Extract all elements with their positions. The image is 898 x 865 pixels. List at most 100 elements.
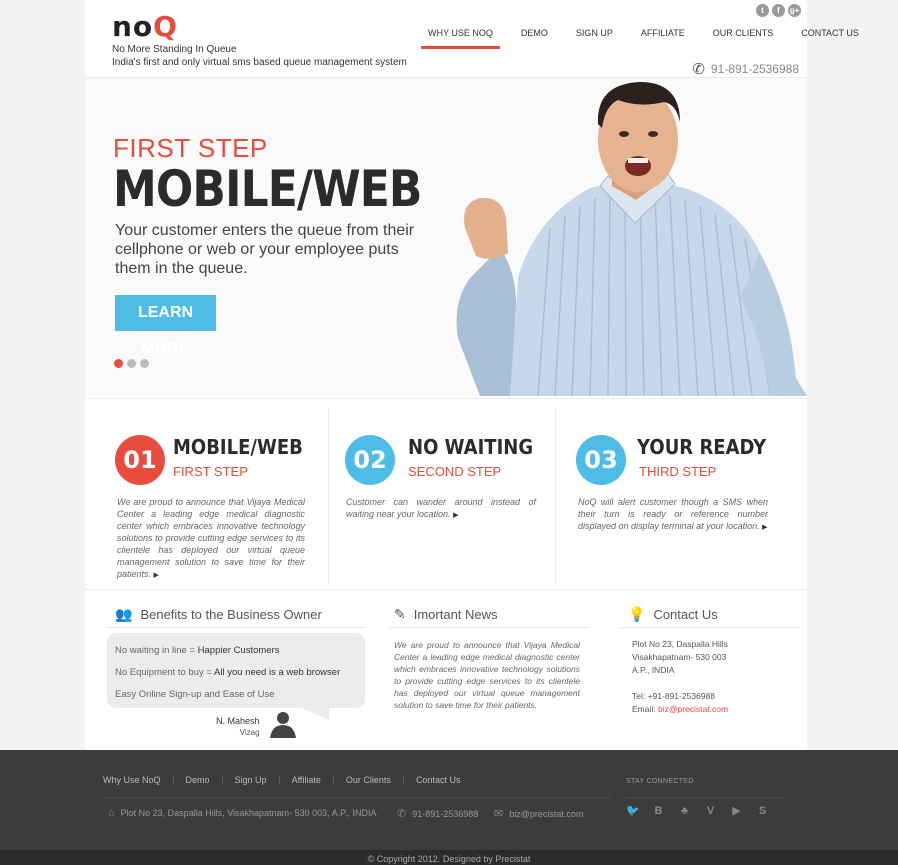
tagline-line-1: No More Standing In Queue: [112, 44, 237, 55]
footer-address-text: Plot No 23, Daspalla Hills, Visakhapatna…: [120, 808, 377, 818]
contact-details: Plot No 23, Daspalla Hills Visakhapatnam…: [632, 638, 728, 716]
hero-slider: FIRST STEP MOBILE/WEB Your customer ente…: [85, 78, 807, 396]
step-1-number: 01: [115, 435, 165, 485]
benefit-value: Happier Customers: [197, 645, 280, 656]
testimonial-author: N. Mahesh Vizag: [216, 716, 260, 738]
news-title: Imortant News: [413, 607, 498, 622]
nav-item-why-use-noq[interactable]: WHY USE NOQ: [421, 28, 500, 49]
google-plus-icon[interactable]: g+: [788, 4, 801, 17]
twitter-icon[interactable]: 🐦: [626, 805, 640, 818]
benefits-divider: [107, 627, 365, 628]
header-phone-number: 91-891-2536988: [710, 62, 799, 76]
phone-icon: ✆: [692, 61, 705, 78]
step-1: 01 MOBILE/WEB FIRST STEP We are proud to…: [115, 399, 305, 589]
blogger-icon[interactable]: B: [652, 805, 665, 818]
hero-man-image: [456, 82, 807, 396]
arrow-right-icon[interactable]: ▶: [762, 524, 767, 531]
step-3-description-text: NoQ will alert customer though a SMS whe…: [578, 497, 768, 531]
nav-item-our-clients[interactable]: OUR CLIENTS: [706, 28, 781, 49]
contact-spacer: [632, 677, 728, 690]
phone-icon: ✆: [397, 808, 407, 820]
slider-dot-3[interactable]: [140, 359, 149, 368]
skype-icon[interactable]: S: [756, 805, 769, 818]
footer-nav: Why Use NoQ Demo Sign Up Affiliate Our C…: [103, 775, 472, 785]
youtube-icon[interactable]: ▶: [730, 805, 743, 818]
hero-title: MOBILE/WEB: [113, 160, 422, 218]
contact-address-2: Visakhapatnam- 530 003: [632, 652, 727, 662]
nav-item-contact-us[interactable]: CONTACT US: [794, 28, 866, 49]
footer-social-links: 🐦 B ♣ V ▶ S: [626, 805, 769, 818]
learn-more-button[interactable]: LEARN MORE: [115, 295, 216, 357]
benefits-title: Benefits to the Business Owner: [140, 607, 322, 622]
arrow-right-icon[interactable]: ▶: [154, 572, 159, 579]
footer-phone: ✆ 91-891-2536988: [397, 807, 478, 820]
header-phone: ✆ 91-891-2536988: [692, 60, 799, 78]
step-1-description: We are proud to announce that Vijaya Med…: [117, 496, 305, 582]
stay-connected-label: STAY CONNECTED: [626, 778, 694, 785]
nav-item-demo[interactable]: DEMO: [514, 28, 555, 49]
tagline-line-2: India's first and only virtual sms based…: [112, 57, 407, 68]
nav-item-sign-up[interactable]: SIGN UP: [569, 28, 620, 49]
step-3: 03 YOUR READY THIRD STEP NoQ will alert …: [576, 399, 776, 589]
author-location: Vizag: [239, 728, 260, 737]
step-3-subtitle: THIRD STEP: [639, 464, 717, 479]
news-divider: [390, 627, 590, 628]
benefit-line: No Equipment to buy = All you need is a …: [115, 662, 357, 684]
main-nav: WHY USE NOQ DEMO SIGN UP AFFILIATE OUR C…: [421, 28, 866, 49]
benefit-line: No waiting in line = Happier Customers: [115, 640, 357, 662]
contact-title: Contact Us: [653, 607, 718, 622]
footer-phone-text: 91-891-2536988: [412, 808, 479, 819]
footer-link-contact-us[interactable]: Contact Us: [402, 775, 473, 785]
news-heading: ✎ Imortant News: [394, 606, 498, 623]
benefits-heading: 👥 Benefits to the Business Owner: [115, 606, 322, 623]
slider-dot-1[interactable]: [114, 359, 123, 368]
tagline: No More Standing In Queue India's first …: [112, 43, 407, 69]
arrow-right-icon[interactable]: ▶: [453, 512, 458, 519]
footer-link-sign-up[interactable]: Sign Up: [221, 775, 279, 785]
testimonial-bubble: No waiting in line = Happier Customers N…: [107, 633, 365, 708]
twitter-icon[interactable]: t: [756, 4, 769, 17]
contact-address-1: Plot No 23, Daspalla Hills: [632, 639, 728, 649]
community-icon[interactable]: ♣: [678, 805, 691, 818]
footer: Why Use NoQ Demo Sign Up Affiliate Our C…: [0, 750, 898, 850]
footer-link-demo[interactable]: Demo: [172, 775, 222, 785]
facebook-icon[interactable]: f: [772, 4, 785, 17]
avatar-icon: [270, 712, 296, 738]
logo[interactable]: noQ: [112, 13, 178, 41]
footer-email-link[interactable]: biz@precistat.com: [509, 809, 583, 819]
vimeo-icon[interactable]: V: [704, 805, 717, 818]
step-1-title: MOBILE/WEB: [173, 435, 303, 459]
contact-tel: Tel: +91-891-2536988: [632, 691, 715, 701]
step-2-subtitle: SECOND STEP: [408, 464, 502, 479]
step-2-description-text: Customer can wander around instead of wa…: [346, 497, 536, 519]
benefit-label: Easy Online Sign-up and Ease of Use: [115, 689, 275, 700]
step-2-description: Customer can wander around instead of wa…: [346, 496, 536, 522]
slider-dot-2[interactable]: [127, 359, 136, 368]
contact-divider: [620, 627, 800, 628]
stay-connected-divider: [626, 797, 784, 798]
footer-address: ⌂ Plot No 23, Daspalla Hills, Visakhapat…: [108, 807, 376, 819]
copyright-text: © Copyright 2012. Designed by Precistat: [367, 854, 531, 864]
step-2: 02 NO WAITING SECOND STEP Customer can w…: [345, 399, 545, 589]
news-text: We are proud to announce that Vijaya Med…: [394, 640, 580, 710]
contact-heading: 💡 Contact Us: [628, 606, 718, 623]
contact-email-link[interactable]: biz@precistat.com: [658, 704, 728, 714]
step-3-number: 03: [576, 435, 626, 485]
contact-email-row: Email: biz@precistat.com: [632, 703, 728, 716]
info-section: 👥 Benefits to the Business Owner No wait…: [85, 592, 807, 747]
step-2-number: 02: [345, 435, 395, 485]
contact-address-3: A.P., INDIA: [632, 665, 675, 675]
author-name: N. Mahesh: [216, 716, 260, 726]
benefit-label: No Equipment to buy =: [115, 667, 215, 678]
footer-link-why-use-noq[interactable]: Why Use NoQ: [103, 775, 173, 785]
footer-link-affiliate[interactable]: Affiliate: [278, 775, 333, 785]
lightbulb-icon: 💡: [628, 606, 646, 622]
benefit-value: All you need is a web browser: [214, 667, 341, 678]
benefit-line: Easy Online Sign-up and Ease of Use: [115, 684, 357, 706]
step-divider: [328, 409, 329, 584]
footer-link-our-clients[interactable]: Our Clients: [332, 775, 403, 785]
nav-item-affiliate[interactable]: AFFILIATE: [634, 28, 692, 49]
benefit-label: No waiting in line =: [115, 645, 198, 656]
steps-section: 01 MOBILE/WEB FIRST STEP We are proud to…: [85, 398, 807, 590]
footer-email: ✉ biz@precistat.com: [494, 807, 583, 820]
